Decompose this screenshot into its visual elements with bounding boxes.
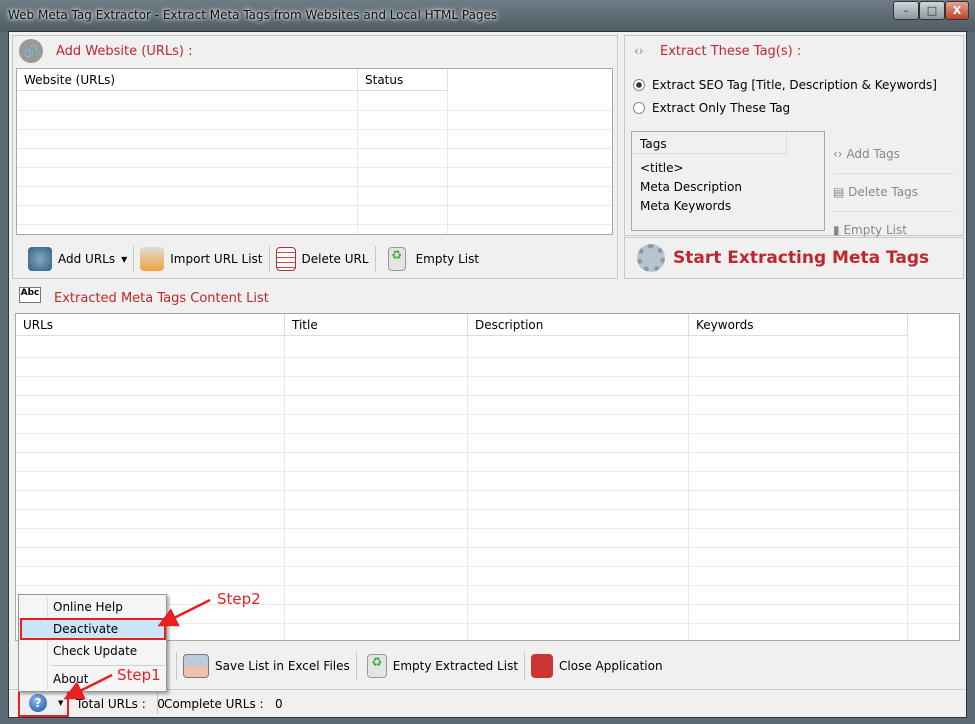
annotation-arrows [63, 598, 211, 700]
step2-arrow [157, 598, 211, 627]
step2-label: Step2 [217, 590, 261, 608]
step1-arrow [63, 673, 113, 700]
step1-label: Step1 [117, 666, 161, 684]
